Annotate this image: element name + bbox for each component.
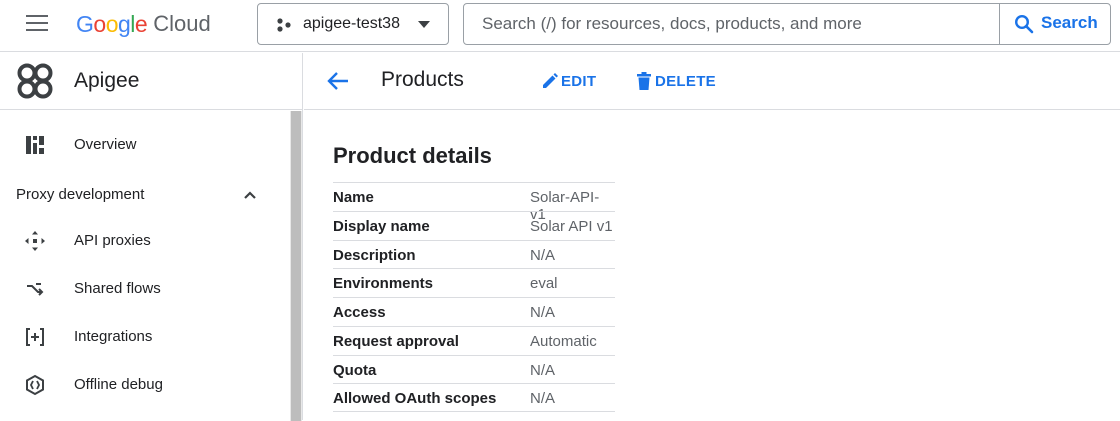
sidebar-item-integrations[interactable]: Integrations (0, 315, 290, 359)
detail-value: N/A (530, 390, 556, 408)
back-arrow-icon[interactable] (324, 67, 352, 95)
search-bar: Search (463, 3, 1111, 45)
pencil-icon (543, 73, 558, 88)
shared-flows-icon (27, 283, 44, 296)
sidebar-item-api-proxies[interactable]: API proxies (0, 219, 290, 263)
detail-row-display-name: Display name Solar API v1 (333, 210, 615, 240)
detail-value: Solar API v1 (530, 217, 613, 235)
scrollbar-thumb[interactable] (291, 111, 301, 421)
sidebar-header: Apigee (0, 53, 303, 110)
sidebar-item-label: Overview (74, 136, 137, 153)
detail-value: N/A (530, 304, 556, 321)
detail-key: Request approval (333, 332, 459, 350)
project-selector[interactable]: apigee-test38 (257, 3, 449, 45)
cloud-logo-text: Cloud (153, 11, 211, 36)
detail-value: N/A (530, 246, 556, 264)
integrations-icon (26, 328, 44, 346)
chevron-down-icon (418, 21, 430, 28)
top-bar: Google Cloud apigee-test38 Search (0, 0, 1120, 52)
product-details-table: Name Solar-API-v1 Display name Solar API… (333, 182, 615, 412)
detail-value: Automatic (530, 332, 597, 350)
sidebar-item-offline-debug[interactable]: Offline debug (0, 363, 290, 407)
detail-row-description: Description N/A (333, 239, 615, 269)
chevron-up-icon[interactable] (243, 190, 257, 200)
detail-row-allowed-oauth-scopes: Allowed OAuth scopes N/A (333, 383, 615, 412)
sidebar-item-shared-flows[interactable]: Shared flows (0, 267, 290, 311)
detail-value: N/A (530, 361, 556, 379)
detail-key: Allowed OAuth scopes (333, 390, 497, 408)
page-title: Products (381, 68, 464, 91)
sidebar-item-label: Offline debug (74, 376, 163, 393)
api-proxies-icon (25, 231, 45, 251)
sidebar-item-label: Integrations (74, 328, 153, 345)
detail-row-access: Access N/A (333, 297, 615, 326)
detail-value: eval (530, 275, 558, 293)
sidebar-item-label: Shared flows (74, 280, 161, 297)
search-button[interactable]: Search (999, 4, 1111, 44)
detail-key: Access (333, 304, 386, 321)
detail-row-request-approval: Request approval Automatic (333, 325, 615, 355)
sidebar: Apigee Overview Proxy development API pr… (0, 53, 303, 421)
main-menu-icon[interactable] (26, 14, 50, 32)
project-name: apigee-test38 (303, 15, 400, 32)
detail-row-environments: Environments eval (333, 268, 615, 297)
delete-button-label: DELETE (655, 72, 716, 90)
project-icon (277, 18, 291, 32)
product-details-title: Product details (333, 143, 492, 168)
overview-icon (26, 136, 44, 154)
sidebar-item-overview[interactable]: Overview (0, 123, 290, 167)
detail-row-quota: Quota N/A (333, 354, 615, 384)
page-header: Products EDIT DELETE (304, 53, 1120, 110)
search-input[interactable] (482, 4, 992, 44)
detail-key: Quota (333, 361, 377, 379)
sidebar-scrollbar[interactable] (290, 111, 302, 421)
trash-icon (637, 72, 651, 90)
edit-button-label: EDIT (561, 72, 597, 90)
offline-debug-icon (26, 374, 44, 396)
google-logo-text: Google (76, 10, 148, 37)
delete-button[interactable]: DELETE (634, 69, 716, 93)
detail-row-name: Name Solar-API-v1 (333, 182, 615, 223)
detail-key: Description (333, 246, 416, 264)
detail-key: Environments (333, 275, 434, 293)
apigee-title: Apigee (74, 69, 140, 92)
google-cloud-logo[interactable]: Google Cloud (76, 10, 211, 38)
search-icon (1014, 14, 1034, 34)
detail-key: Display name (333, 217, 430, 235)
section-proxy-development[interactable]: Proxy development (16, 186, 144, 203)
apigee-logo-icon (17, 63, 53, 99)
detail-key: Name (333, 189, 374, 206)
edit-button[interactable]: EDIT (540, 69, 596, 93)
sidebar-item-label: API proxies (74, 232, 151, 249)
search-button-label: Search (1041, 13, 1098, 32)
